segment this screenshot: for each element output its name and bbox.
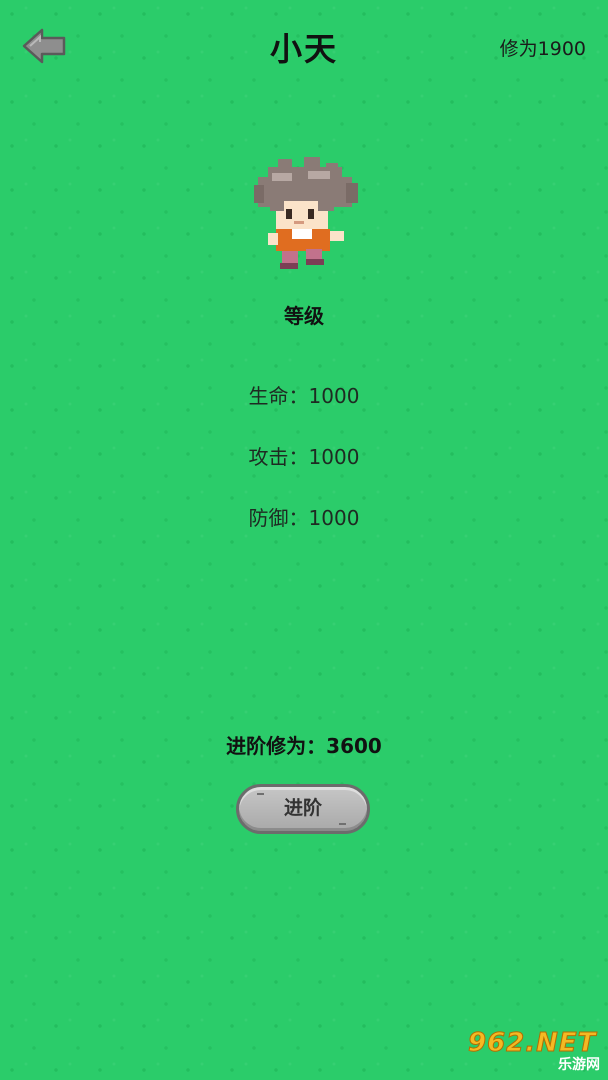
pixel-hero-sprite xyxy=(254,157,358,269)
attack-stat: 攻击：1000 xyxy=(248,445,360,469)
cultivation-value: 修为1900 xyxy=(499,38,586,60)
advance-button-label: 进阶 xyxy=(283,797,322,819)
watermark-logo: 962.NET 乐游网 xyxy=(467,1028,602,1074)
advance-button[interactable]: 进阶 xyxy=(236,784,370,834)
defense-stat: 防御：1000 xyxy=(248,506,360,530)
watermark-site: 乐游网 xyxy=(558,1057,600,1073)
level-label: 等级 xyxy=(284,304,324,328)
hp-stat: 生命：1000 xyxy=(248,384,360,408)
advance-requirement: 进阶修为：3600 xyxy=(226,734,382,758)
button-crack xyxy=(257,793,264,795)
character-avatar xyxy=(248,155,362,271)
button-crack xyxy=(339,823,346,825)
